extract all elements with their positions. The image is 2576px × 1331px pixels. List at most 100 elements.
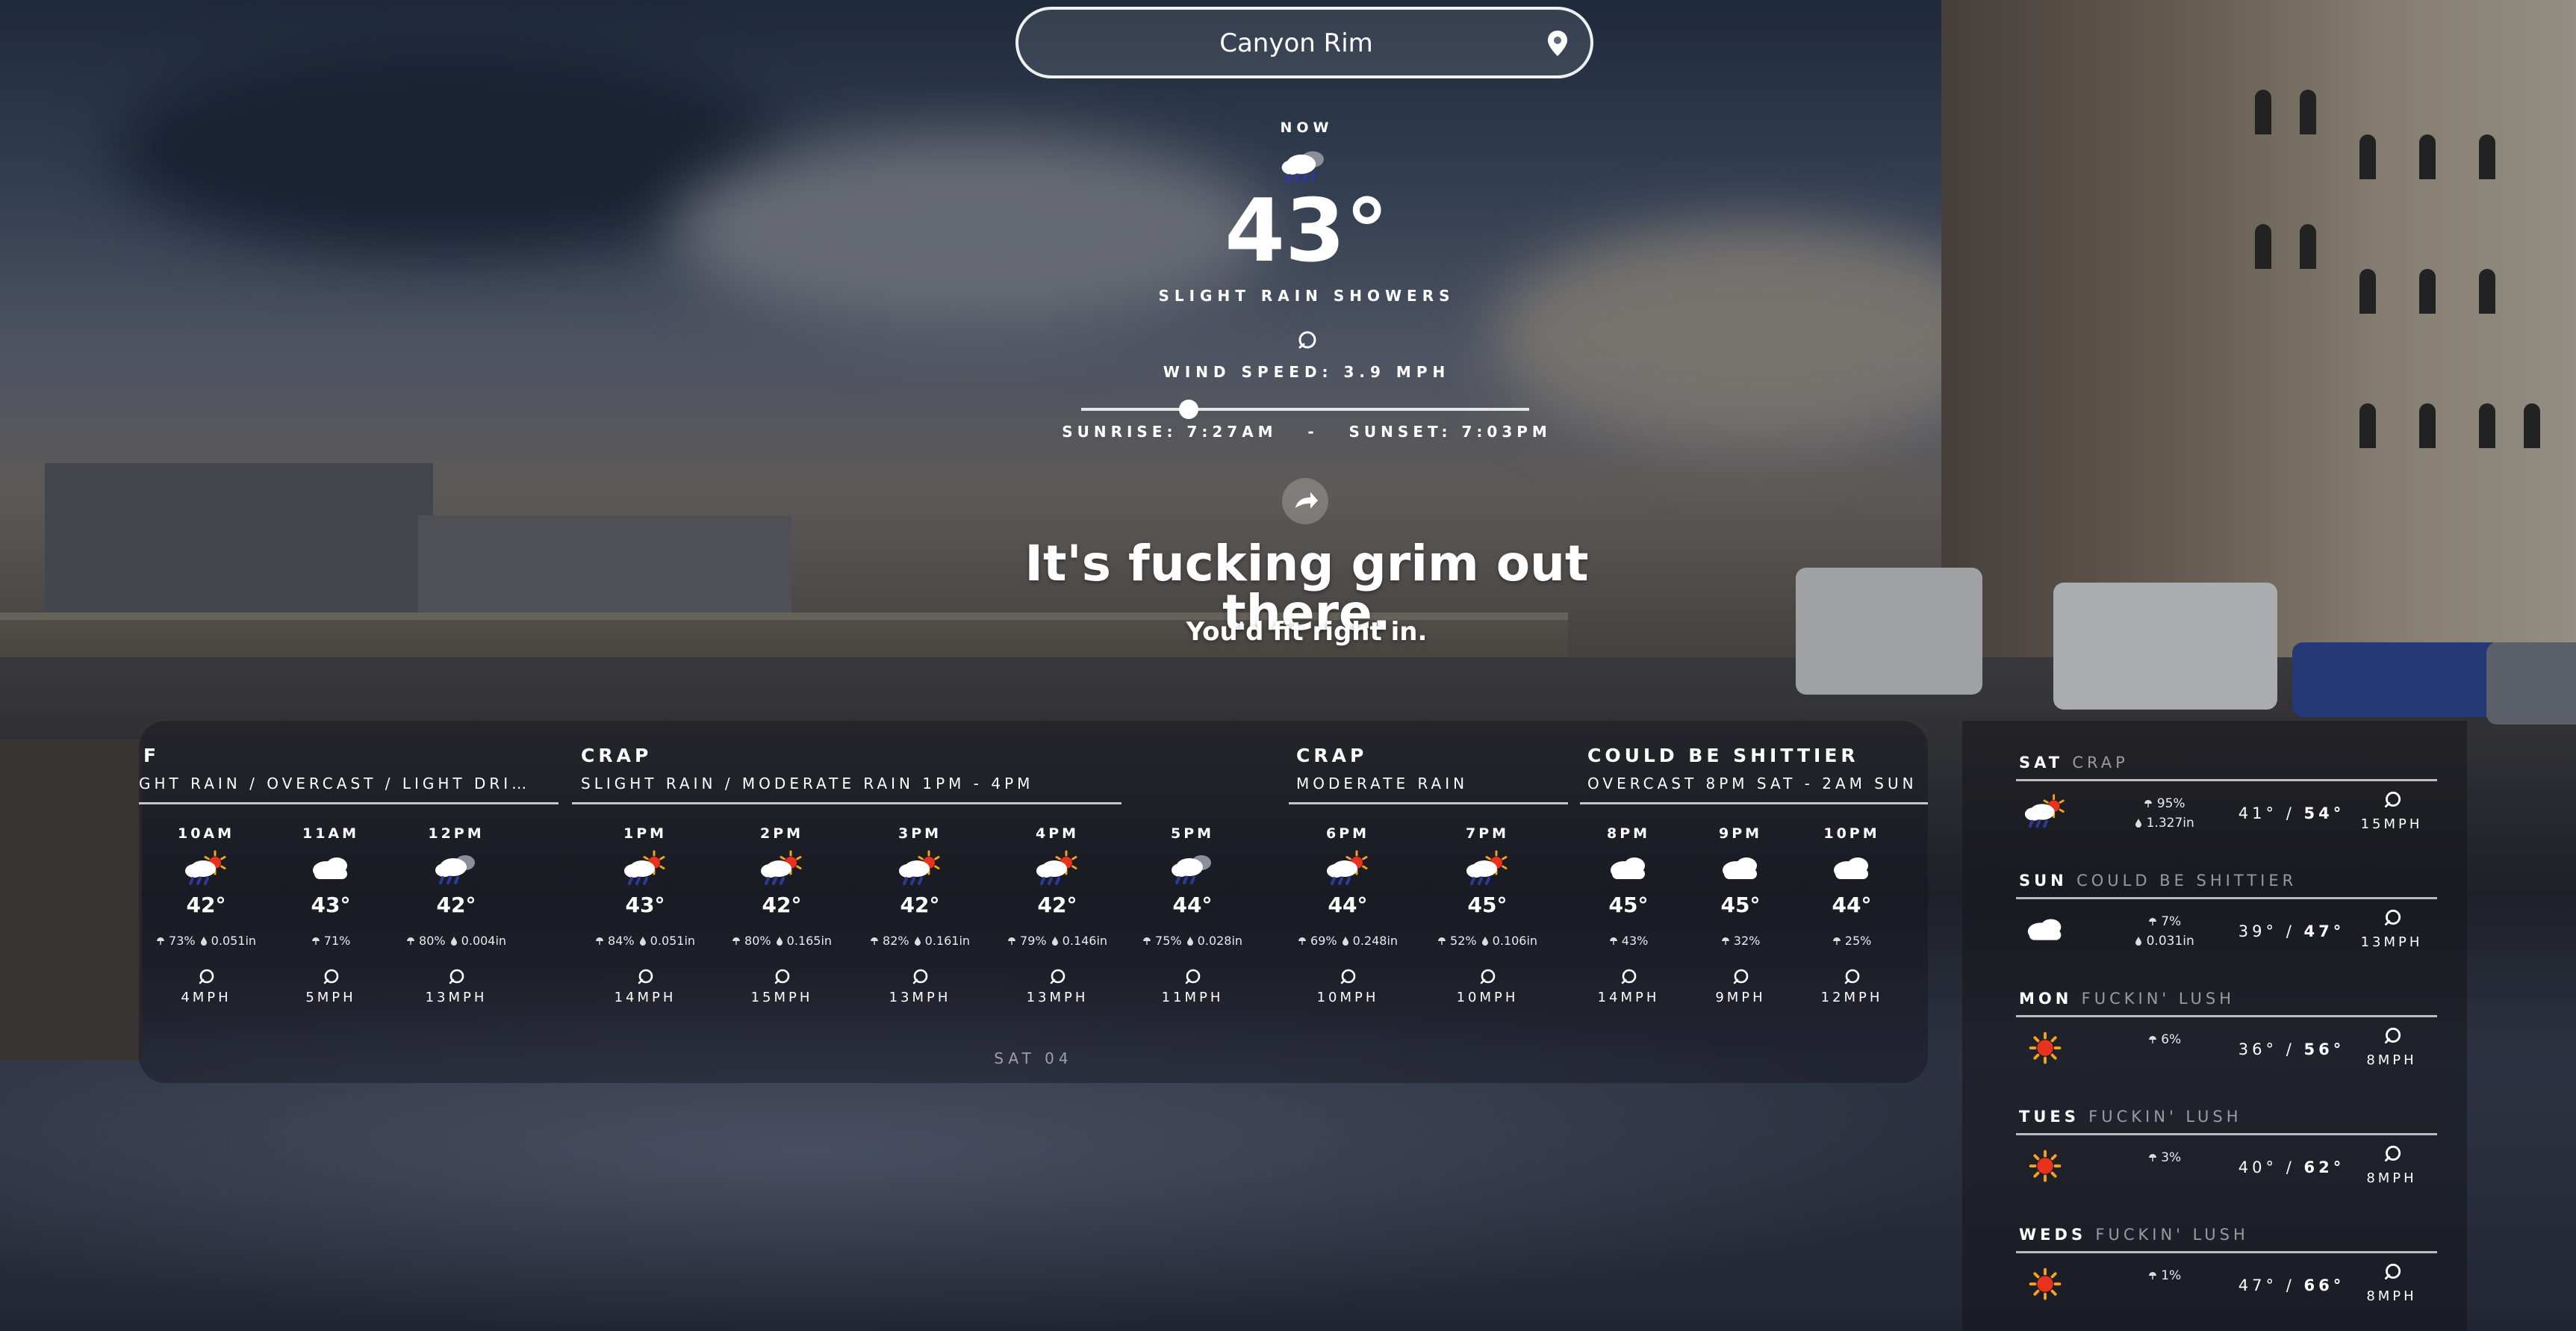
hourly-forecast-panel: F GHT RAIN / OVERCAST / LIGHT DRI… CRAP … — [139, 721, 1928, 1083]
sun-rain-cloud-icon — [2024, 794, 2065, 828]
precip-chance: 82% — [883, 934, 909, 948]
umbrella-icon — [1721, 937, 1729, 945]
umbrella-icon — [2144, 800, 2153, 807]
hour-column: 10PM 44° 25% 12MPH — [1792, 825, 1911, 1005]
hour-temperature: 45° — [1720, 893, 1761, 917]
day-divider — [2016, 1251, 2437, 1253]
hour-time: 12PM — [428, 825, 485, 842]
hour-precip: 84% 0.051in — [585, 934, 705, 948]
hour-precip: 69% 0.248in — [1288, 934, 1407, 948]
umbrella-icon — [311, 937, 320, 945]
precip-chance: 25% — [1844, 934, 1872, 948]
location-input[interactable] — [1063, 10, 1529, 77]
low-temp: 39° — [2238, 922, 2278, 940]
day-label: TUES — [2019, 1108, 2079, 1126]
wind-direction-icon — [638, 969, 653, 984]
precip-amount-value: 0.028in — [1197, 934, 1243, 948]
hour-column: 3PM 42° 82% 0.161in 13MPH — [860, 825, 980, 1005]
hour-column: 8PM 45° 43% 14MPH — [1569, 825, 1688, 1005]
precip-amount: 0.004in — [450, 934, 506, 948]
hour-temperature: 44° — [1172, 893, 1213, 917]
day-label: SAT — [2019, 754, 2064, 772]
wind-direction-icon — [1621, 969, 1637, 984]
umbrella-icon — [870, 937, 878, 945]
hour-column: 10AM 42° 73% 0.051in 4MPH — [146, 825, 266, 1005]
daily-row: SAT CRAP 95% 1.327in 41° / 54° 15MPH — [1962, 721, 2467, 839]
wind-direction-icon — [1050, 969, 1065, 984]
hour-precip: 32% — [1681, 934, 1800, 948]
group-subtitle: GHT RAIN / OVERCAST / LIGHT DRI… — [139, 775, 531, 792]
hour-time: 10PM — [1823, 825, 1880, 842]
wind-direction-icon — [912, 969, 928, 984]
hour-time: 2PM — [759, 825, 804, 842]
wind-direction-icon — [199, 969, 214, 984]
daylight-progress-knob — [1179, 400, 1198, 419]
wind-direction-icon — [2384, 1263, 2401, 1280]
precip-amount: 0.106in — [1481, 934, 1537, 948]
hour-wind-speed: 15MPH — [750, 990, 813, 1005]
precip-amount: 0.031in — [2109, 931, 2221, 951]
precip-chance: 1% — [2161, 1268, 2182, 1283]
rain-cloud-icon — [435, 855, 475, 884]
precip-chance: 79% — [1020, 934, 1047, 948]
hour-wind-speed: 10MPH — [1456, 990, 1519, 1005]
hour-time: 5PM — [1170, 825, 1215, 842]
wind-speed: WIND SPEED: 3.9 MPH — [1163, 363, 1451, 381]
rain-cloud-icon — [1172, 855, 1211, 884]
precip-chance: 3% — [2161, 1150, 2182, 1165]
hour-temperature: 42° — [900, 893, 940, 917]
wind-direction-icon — [2384, 791, 2401, 808]
umbrella-icon — [2148, 1036, 2156, 1043]
location-search[interactable] — [1015, 7, 1593, 78]
group-divider — [572, 802, 1121, 804]
low-temp: 40° — [2238, 1158, 2278, 1176]
raindrop-icon — [450, 937, 457, 946]
umbrella-icon — [2148, 1154, 2156, 1161]
sun-icon — [2029, 1268, 2062, 1300]
share-button[interactable] — [1282, 478, 1328, 524]
precip-amount-value: 0.165in — [786, 934, 833, 948]
day-precip: 1% — [2109, 1266, 2221, 1285]
precip-amount-value: 0.051in — [211, 934, 257, 948]
daily-row: WEDS FUCKIN' LUSH 1% 47° / 66° 8MPH — [1962, 1193, 2467, 1311]
precip-amount: 1.327in — [2109, 813, 2221, 833]
cloud-icon — [1834, 857, 1868, 879]
hour-precip: 43% — [1569, 934, 1688, 948]
hour-wind-speed: 14MPH — [614, 990, 676, 1005]
hour-temperature: 43° — [625, 893, 665, 917]
cloud-icon — [2027, 919, 2062, 940]
day-precip: 7% 0.031in — [2109, 912, 2221, 951]
wind-direction-icon — [2384, 1145, 2401, 1162]
precip-chance: 71% — [323, 934, 351, 948]
day-divider — [2016, 1133, 2437, 1135]
raindrop-icon — [2135, 937, 2142, 946]
day-wind-speed: 15MPH — [2360, 816, 2423, 832]
day-precip: 6% — [2109, 1030, 2221, 1049]
umbrella-icon — [1007, 937, 1015, 945]
current-temperature: 43° — [1225, 181, 1389, 282]
precip-amount: 0.051in — [200, 934, 256, 948]
hour-wind-speed: 14MPH — [1597, 990, 1660, 1005]
precip-amount: 0.248in — [1342, 934, 1398, 948]
hour-wind-speed: 10MPH — [1316, 990, 1379, 1005]
sun-icon — [2029, 1150, 2062, 1182]
precip-amount: 0.161in — [914, 934, 970, 948]
hour-time: 10AM — [177, 825, 235, 842]
umbrella-icon — [595, 937, 603, 945]
hour-temperature: 42° — [1037, 893, 1077, 917]
hour-time: 4PM — [1035, 825, 1080, 842]
precip-chance: 80% — [744, 934, 771, 948]
hour-time: 6PM — [1325, 825, 1370, 842]
location-pin-icon[interactable] — [1547, 31, 1568, 56]
hour-precip: 80% 0.004in — [396, 934, 516, 948]
day-wind-speed: 8MPH — [2366, 1288, 2417, 1304]
sunrise-time: SUNRISE: 7:27AM — [1062, 423, 1278, 441]
day-divider — [2016, 897, 2437, 899]
raindrop-icon — [200, 937, 207, 946]
precip-amount: 0.051in — [639, 934, 695, 948]
hour-temperature: 43° — [311, 893, 351, 917]
umbrella-icon — [406, 937, 414, 945]
hour-column: 2PM 42° 80% 0.165in 15MPH — [722, 825, 841, 1005]
precip-chance: 52% — [1450, 934, 1477, 948]
rain-cloud-icon — [1281, 151, 1324, 183]
